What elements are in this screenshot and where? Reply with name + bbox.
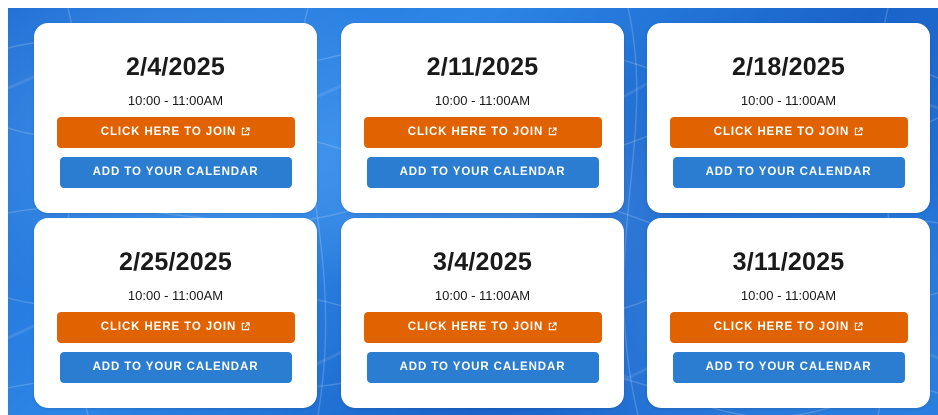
join-button[interactable]: CLICK HERE TO JOIN: [363, 312, 602, 343]
session-date: 2/25/2025: [118, 248, 233, 276]
add-to-calendar-button[interactable]: ADD TO YOUR CALENDAR: [59, 352, 292, 383]
join-button[interactable]: CLICK HERE TO JOIN: [56, 117, 295, 148]
session-card: 2/18/2025 10:00 - 11:00AM CLICK HERE TO …: [647, 23, 930, 213]
session-card: 3/11/2025 10:00 - 11:00AM CLICK HERE TO …: [647, 218, 930, 408]
session-time: 10:00 - 11:00AM: [740, 93, 837, 108]
join-button[interactable]: CLICK HERE TO JOIN: [56, 312, 295, 343]
join-button-label: CLICK HERE TO JOIN: [100, 321, 237, 333]
add-to-calendar-button[interactable]: ADD TO YOUR CALENDAR: [672, 352, 905, 383]
join-button-label: CLICK HERE TO JOIN: [100, 126, 237, 138]
session-card: 2/11/2025 10:00 - 11:00AM CLICK HERE TO …: [341, 23, 624, 213]
session-time: 10:00 - 11:00AM: [434, 93, 531, 108]
external-link-icon: [549, 127, 557, 136]
join-button-label: CLICK HERE TO JOIN: [713, 126, 850, 138]
session-time: 10:00 - 11:00AM: [434, 288, 531, 303]
external-link-icon: [855, 322, 863, 331]
join-button[interactable]: CLICK HERE TO JOIN: [669, 312, 908, 343]
session-date: 3/4/2025: [433, 248, 532, 276]
join-button[interactable]: CLICK HERE TO JOIN: [669, 117, 908, 148]
session-date: 3/11/2025: [732, 248, 845, 276]
join-button-label: CLICK HERE TO JOIN: [407, 321, 544, 333]
session-time: 10:00 - 11:00AM: [127, 93, 224, 108]
session-date: 2/11/2025: [426, 53, 539, 81]
add-to-calendar-button[interactable]: ADD TO YOUR CALENDAR: [672, 157, 905, 188]
session-card: 2/25/2025 10:00 - 11:00AM CLICK HERE TO …: [34, 218, 317, 408]
session-card: 2/4/2025 10:00 - 11:00AM CLICK HERE TO J…: [34, 23, 317, 213]
external-link-icon: [242, 127, 250, 136]
session-time: 10:00 - 11:00AM: [127, 288, 224, 303]
water-background: 2/4/2025 10:00 - 11:00AM CLICK HERE TO J…: [8, 8, 938, 415]
session-card: 3/4/2025 10:00 - 11:00AM CLICK HERE TO J…: [341, 218, 624, 408]
add-to-calendar-button[interactable]: ADD TO YOUR CALENDAR: [366, 157, 599, 188]
add-to-calendar-button[interactable]: ADD TO YOUR CALENDAR: [59, 157, 292, 188]
session-date: 2/18/2025: [731, 53, 846, 81]
join-button-label: CLICK HERE TO JOIN: [407, 126, 544, 138]
join-button[interactable]: CLICK HERE TO JOIN: [363, 117, 602, 148]
external-link-icon: [855, 127, 863, 136]
add-to-calendar-button[interactable]: ADD TO YOUR CALENDAR: [366, 352, 599, 383]
external-link-icon: [549, 322, 557, 331]
session-time: 10:00 - 11:00AM: [740, 288, 837, 303]
external-link-icon: [242, 322, 250, 331]
session-date: 2/4/2025: [126, 53, 225, 81]
join-button-label: CLICK HERE TO JOIN: [713, 321, 850, 333]
